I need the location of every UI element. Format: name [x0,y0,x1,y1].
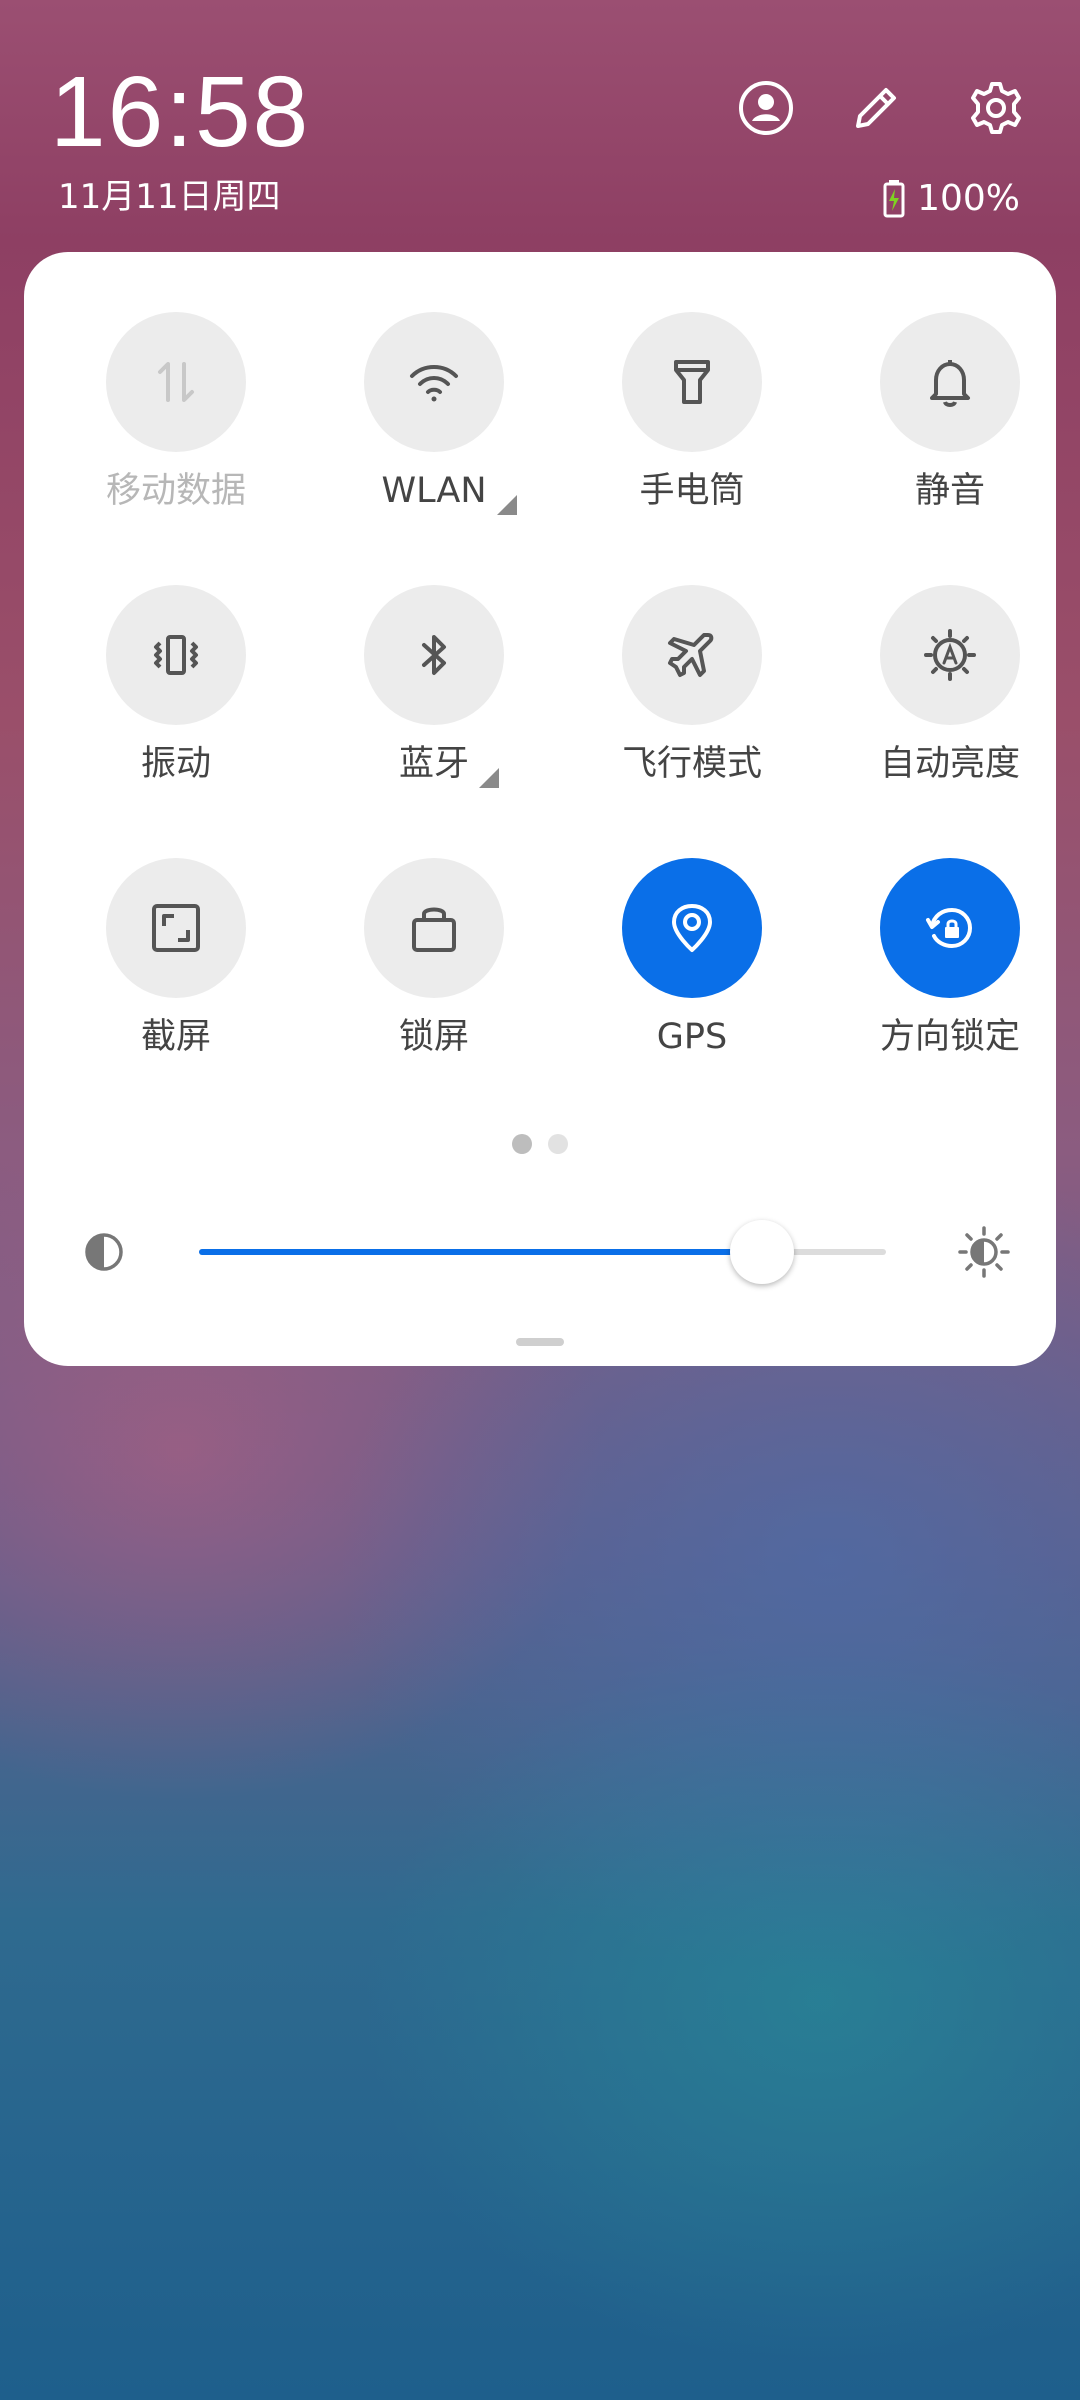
wifi-icon [364,312,504,452]
clock[interactable]: 16:58 [50,62,310,162]
tile-mobile-data[interactable]: 移动数据 [76,312,276,532]
tile-label: 飞行模式 [621,744,762,784]
page-dot[interactable] [548,1134,568,1154]
tile-label: 移动数据 [105,471,246,511]
tile-label: 方向锁定 [879,1017,1020,1057]
lock-icon [364,858,504,998]
tile-label: 蓝牙 [399,747,499,788]
tile-bluetooth[interactable]: 蓝牙 [334,585,534,805]
brightness-row [24,1212,1056,1292]
auto-brightness-icon [880,585,1020,725]
brightness-high-icon [958,1226,1010,1278]
brightness-fill [199,1249,763,1255]
tile-label: WLAN [381,474,517,515]
settings-icon[interactable] [966,78,1026,138]
tile-lock-screen[interactable]: 锁屏 [334,858,534,1078]
tile-screenshot[interactable]: 截屏 [76,858,276,1078]
tile-label: 静音 [914,471,985,511]
bluetooth-icon [364,585,504,725]
tile-label: 截屏 [140,1017,211,1057]
battery-percent: 100% [917,178,1020,219]
location-icon [622,858,762,998]
tile-label: 锁屏 [398,1017,469,1057]
tile-label: 自动亮度 [879,744,1020,784]
tile-rotation-lock[interactable]: 方向锁定 [850,858,1050,1078]
flashlight-icon [622,312,762,452]
edit-icon[interactable] [846,78,906,138]
bell-icon [880,312,1020,452]
tile-flashlight[interactable]: 手电筒 [592,312,792,532]
tile-gps[interactable]: GPS [592,858,792,1078]
tile-label: GPS [656,1017,728,1057]
status-header: 16:58 11月11日周四 100% [0,0,1080,240]
tile-auto-brightness[interactable]: 自动亮度 [850,585,1050,805]
rotation-lock-icon [880,858,1020,998]
tile-silent[interactable]: 静音 [850,312,1050,532]
menu-corner-icon [496,495,517,515]
menu-corner-icon [479,768,499,788]
page-indicator [24,1134,1056,1154]
panel-drag-handle[interactable] [516,1338,564,1346]
mobile-data-icon [106,312,246,452]
tile-label: 手电筒 [639,471,745,511]
brightness-low-icon [85,1233,123,1271]
brightness-slider[interactable] [199,1220,886,1284]
quick-settings-panel: 移动数据 WLAN 手电筒 静音 振动 蓝牙 飞行模式 自动亮度 截屏 锁屏 G… [24,252,1056,1366]
account-icon[interactable] [736,78,796,138]
battery-icon [883,180,905,218]
battery-indicator: 100% [883,180,1020,218]
screenshot-icon [106,858,246,998]
page-dot-active[interactable] [512,1134,532,1154]
tile-vibrate[interactable]: 振动 [76,585,276,805]
date[interactable]: 11月11日周四 [58,180,281,214]
brightness-thumb[interactable] [730,1220,795,1284]
tile-airplane[interactable]: 飞行模式 [592,585,792,805]
vibrate-icon [106,585,246,725]
tile-label: 振动 [140,744,211,784]
tile-wlan[interactable]: WLAN [334,312,534,532]
airplane-icon [622,585,762,725]
